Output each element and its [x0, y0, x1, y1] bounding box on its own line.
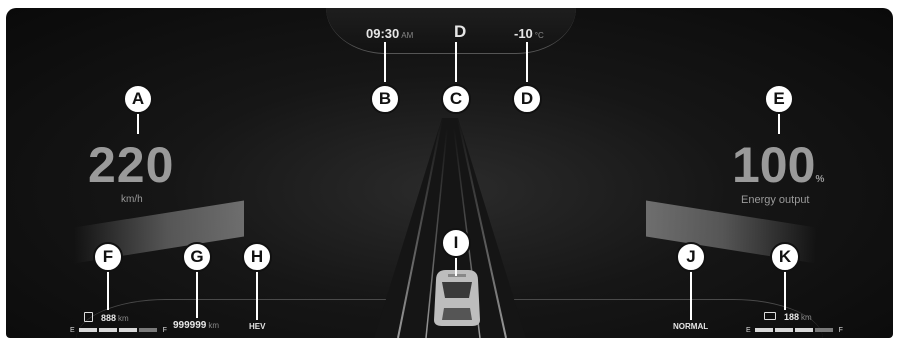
callout-c-stem: [455, 42, 457, 82]
fuel-segment: [98, 328, 117, 332]
speed-value: 220: [88, 137, 175, 193]
fuel-empty-label: E: [70, 326, 75, 334]
hybrid-mode-badge: HEV: [249, 322, 266, 331]
fuel-full-label: F: [162, 326, 167, 334]
callout-i: I: [441, 228, 471, 258]
temperature-unit: °C: [534, 31, 544, 40]
energy-value: 100: [732, 137, 816, 193]
callout-g: G: [182, 242, 212, 272]
callout-b: B: [370, 84, 400, 114]
callout-f-stem: [107, 270, 109, 310]
battery-level-bar: E F: [746, 325, 843, 335]
clock: 09:30 AM: [366, 26, 413, 41]
callout-j: J: [676, 242, 706, 272]
callout-e-stem: [778, 112, 780, 134]
callout-c: C: [441, 84, 471, 114]
callout-k: K: [770, 242, 800, 272]
battery-segment: [754, 328, 773, 332]
battery-full-label: F: [838, 326, 843, 334]
odometer-value: 999999: [173, 320, 207, 331]
energy-output: 100%: [732, 136, 824, 194]
callout-d: D: [512, 84, 542, 114]
clock-time: 09:30: [366, 26, 400, 41]
fuel-range-unit: km: [118, 314, 129, 323]
clock-suffix: AM: [401, 31, 414, 40]
fuel-level-bar: E F: [70, 325, 167, 335]
battery-icon: [764, 312, 776, 320]
callout-i-stem: [455, 256, 457, 276]
callout-f: F: [93, 242, 123, 272]
callout-h: H: [242, 242, 272, 272]
vehicle-icon: [434, 270, 480, 326]
gear-indicator: D: [454, 22, 467, 41]
drive-mode: NORMAL: [673, 322, 709, 331]
fuel-segment: [118, 328, 137, 332]
battery-segment: [814, 328, 833, 332]
callout-a: A: [123, 84, 153, 114]
callout-k-stem: [784, 270, 786, 310]
callout-b-stem: [384, 42, 386, 82]
fuel-range: 888 km: [84, 312, 129, 323]
energy-unit: %: [815, 174, 825, 185]
energy-label: Energy output: [741, 194, 810, 206]
battery-range-unit: km: [801, 313, 812, 322]
odometer: 999999 km: [173, 320, 219, 331]
battery-segment: [774, 328, 793, 332]
callout-g-stem: [196, 270, 198, 318]
odometer-unit: km: [208, 321, 220, 330]
instrument-cluster: 09:30 AM D -10 °C 220 km/h 100% Energy out…: [6, 8, 893, 338]
outside-temperature: -10 °C: [514, 26, 544, 41]
speed-unit: km/h: [121, 194, 143, 205]
callout-d-stem: [526, 42, 528, 82]
fuel-pump-icon: [84, 312, 93, 322]
battery-range-value: 188: [784, 312, 800, 322]
fuel-segment: [138, 328, 157, 332]
temperature-value: -10: [514, 26, 533, 41]
battery-empty-label: E: [746, 326, 751, 334]
fuel-segment: [78, 328, 97, 332]
callout-a-stem: [137, 112, 139, 134]
fuel-range-value: 888: [101, 313, 117, 323]
battery-segment: [794, 328, 813, 332]
callout-e: E: [764, 84, 794, 114]
callout-h-stem: [256, 270, 258, 320]
battery-range: 188 km: [764, 312, 812, 322]
callout-j-stem: [690, 270, 692, 320]
